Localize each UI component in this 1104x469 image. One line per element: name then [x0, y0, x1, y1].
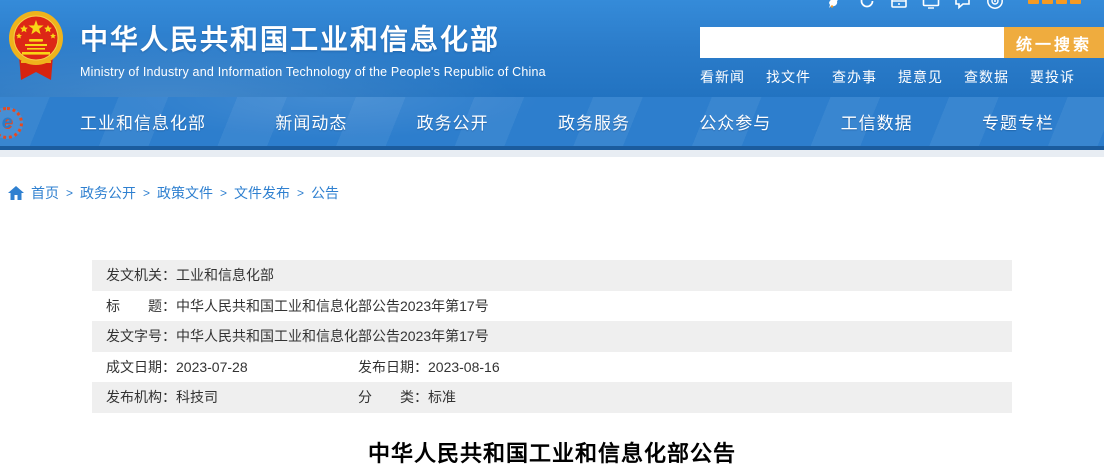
nav-item-gov-disclosure[interactable]: 政务公开: [417, 109, 489, 134]
search-input[interactable]: [700, 27, 1004, 58]
monitor-icon[interactable]: [922, 0, 940, 10]
national-emblem-icon: [8, 6, 64, 90]
quick-link-suggestions[interactable]: 提意见: [898, 67, 943, 87]
nav-item-special-topics[interactable]: 专题专栏: [982, 109, 1054, 134]
meta-row-document-number: 发文字号： 中华人民共和国工业和信息化部公告2023年第17号: [92, 321, 1012, 352]
doc-meta-table: 发文机关： 工业和信息化部 标 题： 中华人民共和国工业和信息化部公告2023年…: [92, 260, 1012, 413]
breadcrumb-separator: >: [297, 186, 304, 200]
meta-row-issuing-agency: 发文机关： 工业和信息化部: [92, 260, 1012, 291]
miit-e-logo-letter: e: [2, 112, 13, 134]
quick-link-services[interactable]: 查办事: [832, 67, 877, 87]
breadcrumb-policy-files[interactable]: 政策文件: [157, 183, 213, 203]
topbar-clipped-label: [1028, 0, 1081, 4]
breadcrumb-file-release[interactable]: 文件发布: [234, 183, 290, 203]
page: 中华人民共和国工业和信息化部 Ministry of Industry and …: [0, 0, 1104, 468]
refresh-icon[interactable]: [858, 0, 876, 10]
site-subtitle: Ministry of Industry and Information Tec…: [80, 65, 546, 79]
meta-value: 中华人民共和国工业和信息化部公告2023年第17号: [176, 326, 489, 346]
site-title: 中华人民共和国工业和信息化部: [80, 18, 546, 58]
breadcrumb-announcements[interactable]: 公告: [311, 183, 339, 203]
topbar-icon-strip: [826, 0, 1081, 12]
quick-link-news[interactable]: 看新闻: [700, 67, 745, 87]
breadcrumb: 首页 > 政务公开 > 政策文件 > 文件发布 > 公告: [8, 183, 1104, 203]
main-nav: e 工业和信息化部 新闻动态 政务公开 政务服务 公众参与 工信数据 专题专栏: [0, 97, 1104, 150]
nav-shadow-band: [0, 150, 1104, 157]
eye-icon[interactable]: [986, 0, 1004, 10]
home-icon[interactable]: [8, 186, 24, 200]
meta-value: 标准: [428, 387, 456, 407]
quick-link-complaints[interactable]: 要投诉: [1030, 67, 1075, 87]
quick-link-data[interactable]: 查数据: [964, 67, 1009, 87]
quick-link-find-files[interactable]: 找文件: [766, 67, 811, 87]
meta-row-title: 标 题： 中华人民共和国工业和信息化部公告2023年第17号: [92, 291, 1012, 322]
nav-item-news[interactable]: 新闻动态: [275, 109, 347, 134]
meta-label: 发文字号：: [106, 326, 176, 346]
card-reader-icon[interactable]: [890, 0, 908, 10]
content: 首页 > 政务公开 > 政策文件 > 文件发布 > 公告 发文机关： 工业和信息…: [0, 183, 1104, 468]
meta-value: 2023-07-28: [176, 359, 248, 375]
meta-value: 中华人民共和国工业和信息化部公告2023年第17号: [176, 296, 489, 316]
breadcrumb-home[interactable]: 首页: [31, 183, 59, 203]
meta-label: 标 题：: [106, 296, 176, 316]
nav-item-gov-services[interactable]: 政务服务: [558, 109, 630, 134]
nav-item-miit-home[interactable]: 工业和信息化部: [80, 109, 206, 134]
meta-label: 分 类：: [358, 387, 428, 407]
site-header: 中华人民共和国工业和信息化部 Ministry of Industry and …: [0, 0, 1104, 97]
meta-value: 工业和信息化部: [176, 265, 274, 285]
site-brand: 中华人民共和国工业和信息化部 Ministry of Industry and …: [8, 6, 546, 90]
search-area: 统一搜索 看新闻 找文件 查办事 提意见 查数据 要投诉: [700, 27, 1104, 87]
chat-icon[interactable]: [954, 0, 972, 10]
nav-item-industry-data[interactable]: 工信数据: [841, 109, 913, 134]
meta-row-publisher-category: 发布机构： 科技司 分 类： 标准: [92, 382, 1012, 413]
meta-row-dates: 成文日期： 2023-07-28 发布日期： 2023-08-16: [92, 352, 1012, 383]
meta-label: 成文日期：: [106, 357, 176, 377]
meta-label: 发布机构：: [106, 387, 176, 407]
breadcrumb-separator: >: [220, 186, 227, 200]
nav-item-public-participation[interactable]: 公众参与: [699, 109, 771, 134]
breadcrumb-separator: >: [66, 186, 73, 200]
brand-text: 中华人民共和国工业和信息化部 Ministry of Industry and …: [80, 18, 546, 79]
breadcrumb-gov-disclosure[interactable]: 政务公开: [80, 183, 136, 203]
article-title: 中华人民共和国工业和信息化部公告: [0, 436, 1104, 468]
unified-search-button[interactable]: 统一搜索: [1004, 27, 1104, 58]
miit-e-logo-icon: e: [0, 107, 23, 139]
dove-icon[interactable]: [826, 0, 844, 10]
meta-value: 科技司: [176, 387, 218, 407]
meta-value: 2023-08-16: [428, 359, 500, 375]
breadcrumb-separator: >: [143, 186, 150, 200]
meta-label: 发文机关：: [106, 265, 176, 285]
quick-links: 看新闻 找文件 查办事 提意见 查数据 要投诉: [700, 67, 1104, 87]
meta-label: 发布日期：: [358, 357, 428, 377]
